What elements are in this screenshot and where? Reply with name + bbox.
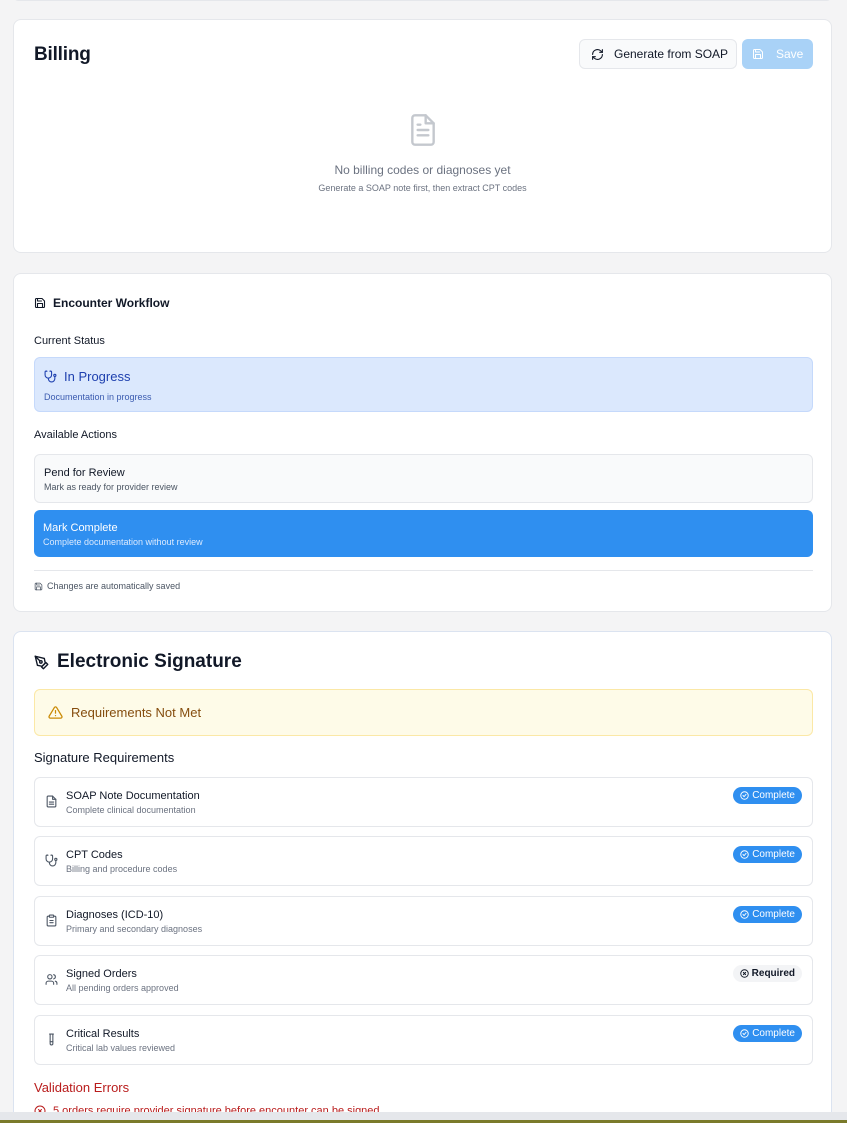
- status-badge-label: Complete: [752, 849, 795, 860]
- pend-for-review-button[interactable]: Pend for Review Mark as ready for provid…: [34, 454, 813, 503]
- status-badge: Complete: [733, 1025, 802, 1042]
- status-badge-label: Required: [751, 968, 795, 979]
- signature-title: Electronic Signature: [34, 651, 242, 673]
- save-button[interactable]: Save: [742, 39, 813, 69]
- validation-errors-title: Validation Errors: [34, 1080, 130, 1095]
- status-box: In Progress Documentation in progress: [34, 357, 813, 412]
- requirement-item: Signed Orders All pending orders approve…: [34, 955, 813, 1005]
- requirement-title: CPT Codes: [66, 849, 123, 861]
- workflow-title-label: Encounter Workflow: [53, 296, 170, 310]
- requirement-title: Critical Results: [66, 1028, 140, 1040]
- action-title: Mark Complete: [43, 522, 118, 534]
- workflow-title: Encounter Workflow: [34, 296, 169, 310]
- requirement-item: Diagnoses (ICD-10) Primary and secondary…: [34, 896, 813, 946]
- requirement-description: Primary and secondary diagnoses: [66, 924, 203, 934]
- check-circle-icon: [740, 791, 749, 800]
- available-actions-label: Available Actions: [34, 429, 117, 441]
- test-tube-icon: [49, 1033, 54, 1046]
- clipboard-icon: [46, 914, 57, 927]
- mark-complete-button[interactable]: Mark Complete Complete documentation wit…: [34, 510, 813, 557]
- divider: [34, 570, 813, 571]
- document-icon: [46, 795, 57, 808]
- empty-title: No billing codes or diagnoses yet: [334, 163, 511, 177]
- save-label: Save: [776, 47, 804, 61]
- action-title: Pend for Review: [44, 467, 125, 479]
- action-description: Mark as ready for provider review: [44, 482, 178, 492]
- status-badge: Required: [732, 965, 802, 982]
- requirement-description: Critical lab values reviewed: [66, 1043, 176, 1053]
- status-badge-label: Complete: [752, 909, 795, 920]
- encounter-workflow-card: Encounter Workflow Current Status In Pro…: [13, 273, 832, 612]
- requirement-description: All pending orders approved: [66, 983, 179, 993]
- status-badge-label: Complete: [752, 790, 795, 801]
- autosave-note: Changes are automatically saved: [34, 581, 180, 591]
- check-circle-icon: [740, 850, 749, 859]
- current-status-label: Current Status: [34, 335, 105, 347]
- x-circle-icon: [739, 969, 749, 978]
- requirements-warning: Requirements Not Met: [34, 689, 813, 736]
- billing-empty-state: No billing codes or diagnoses yet Genera…: [14, 112, 831, 193]
- requirement-item: Critical Results Critical lab values rev…: [34, 1015, 813, 1065]
- electronic-signature-card: Electronic Signature Requirements Not Me…: [13, 631, 832, 1123]
- status-badge: Complete: [733, 846, 802, 863]
- requirement-description: Complete clinical documentation: [66, 805, 196, 815]
- status-title: In Progress: [44, 369, 130, 384]
- billing-card: Billing Generate from SOAP Save No billi…: [13, 19, 832, 253]
- empty-subtitle: Generate a SOAP note first, then extract…: [318, 183, 527, 193]
- autosave-label: Changes are automatically saved: [47, 581, 181, 591]
- signature-requirements-label: Signature Requirements: [34, 750, 175, 765]
- requirement-title: Signed Orders: [66, 968, 137, 980]
- stethoscope-icon: [45, 854, 58, 867]
- status-title-label: In Progress: [64, 369, 131, 384]
- refresh-icon: [592, 48, 603, 60]
- pen-icon: [34, 655, 49, 669]
- requirement-item: SOAP Note Documentation Complete clinica…: [34, 777, 813, 827]
- requirement-title: SOAP Note Documentation: [66, 790, 200, 802]
- check-circle-icon: [740, 910, 749, 919]
- save-icon: [753, 49, 763, 59]
- bottom-bar: [0, 1112, 847, 1123]
- action-description: Complete documentation without review: [43, 537, 203, 547]
- save-icon: [34, 297, 46, 309]
- status-description: Documentation in progress: [44, 392, 152, 402]
- users-icon: [45, 974, 58, 985]
- warning-icon: [48, 706, 63, 719]
- save-icon: [34, 582, 43, 590]
- stethoscope-icon: [44, 370, 57, 383]
- requirement-item: CPT Codes Billing and procedure codes Co…: [34, 836, 813, 886]
- generate-from-soap-button[interactable]: Generate from SOAP: [579, 39, 737, 69]
- status-badge: Complete: [733, 906, 802, 923]
- requirement-description: Billing and procedure codes: [66, 864, 178, 874]
- document-icon: [410, 114, 435, 146]
- previous-card-edge: [13, 0, 832, 1]
- generate-label: Generate from SOAP: [614, 47, 729, 61]
- status-badge-label: Complete: [752, 1028, 795, 1039]
- billing-title: Billing: [34, 44, 91, 65]
- status-badge: Complete: [733, 787, 802, 804]
- requirement-title: Diagnoses (ICD-10): [66, 909, 164, 921]
- warning-label: Requirements Not Met: [71, 705, 202, 720]
- signature-title-label: Electronic Signature: [57, 651, 242, 672]
- check-circle-icon: [740, 1029, 749, 1038]
